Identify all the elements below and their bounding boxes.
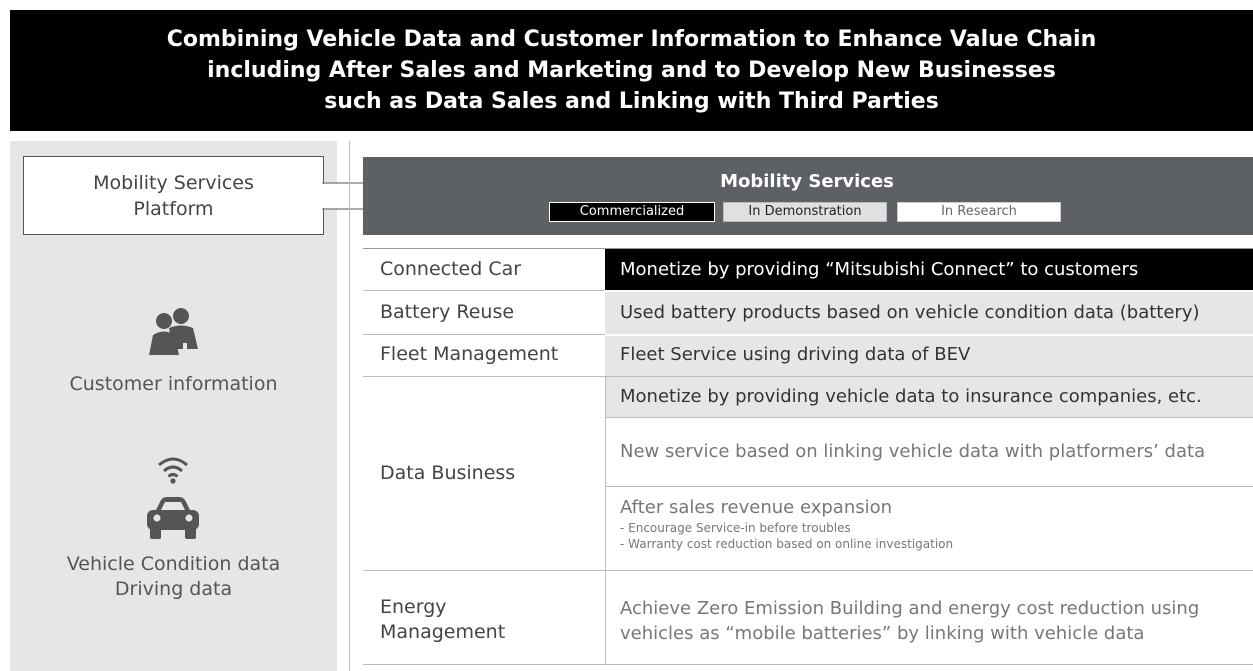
car-icon	[147, 497, 199, 539]
row-divider	[605, 486, 1253, 487]
after-sales-bullet-2: - Warranty cost reduction based on onlin…	[620, 537, 954, 551]
row-divider	[605, 417, 1253, 418]
vehicle-data-label: Vehicle Condition data Driving data	[10, 552, 337, 602]
battery-reuse-description: Used battery products based on vehicle c…	[620, 302, 1200, 323]
legend-commercialized: Commercialized	[549, 202, 715, 222]
data-business-item-3: After sales revenue expansion - Encourag…	[620, 497, 953, 552]
mobility-services-header: Mobility Services Commercialized In Demo…	[363, 157, 1253, 235]
connected-car-description: Monetize by providing “Mitsubishi Connec…	[620, 259, 1139, 280]
vehicle-data-line-1: Vehicle Condition data	[66, 553, 281, 575]
headline-banner: Combining Vehicle Data and Customer Info…	[10, 10, 1253, 131]
energy-description-line-1: Achieve Zero Emission Building and energ…	[620, 598, 1200, 619]
energy-label-line-2: Management	[380, 621, 506, 643]
energy-management-label: Energy Management	[380, 595, 505, 645]
battery-reuse-label: Battery Reuse	[380, 301, 515, 323]
headline-line-1: Combining Vehicle Data and Customer Info…	[166, 27, 1097, 52]
after-sales-bullet-1: - Encourage Service-in before troubles	[620, 521, 851, 535]
data-business-item-1: Monetize by providing vehicle data to in…	[620, 386, 1202, 407]
energy-description-line-2: vehicles as “mobile batteries” by linkin…	[620, 623, 1145, 644]
headline-line-3: such as Data Sales and Linking with Thir…	[324, 89, 939, 114]
column-divider	[605, 376, 606, 664]
fleet-management-label: Fleet Management	[380, 343, 559, 365]
row-divider	[363, 290, 605, 291]
mobility-services-title: Mobility Services	[720, 171, 894, 192]
legend-in-demonstration: In Demonstration	[723, 202, 887, 222]
panel-divider	[349, 141, 350, 671]
row-divider	[363, 570, 1253, 571]
connected-car-label: Connected Car	[380, 258, 522, 280]
energy-description: Achieve Zero Emission Building and energ…	[620, 596, 1199, 646]
customer-information-label: Customer information	[69, 373, 278, 395]
table-top-line	[363, 248, 1253, 249]
row-divider	[363, 376, 1253, 377]
fleet-description: Fleet Service using driving data of BEV	[620, 344, 971, 365]
energy-label-line-1: Energy	[380, 596, 447, 618]
data-business-label: Data Business	[380, 462, 516, 484]
people-icon	[149, 308, 198, 355]
row-divider	[363, 334, 605, 335]
table-bottom-line	[363, 664, 1253, 665]
after-sales-title: After sales revenue expansion	[620, 497, 893, 518]
platform-box: Mobility Services Platform	[23, 156, 324, 235]
wifi-icon	[158, 457, 188, 484]
platform-label-line-1: Mobility Services	[93, 171, 254, 194]
headline-line-2: including After Sales and Marketing and …	[207, 58, 1056, 83]
legend-in-research: In Research	[897, 202, 1061, 222]
platform-label-line-2: Platform	[133, 197, 214, 220]
data-business-item-2: New service based on linking vehicle dat…	[620, 441, 1206, 462]
vehicle-data-line-2: Driving data	[114, 578, 233, 600]
